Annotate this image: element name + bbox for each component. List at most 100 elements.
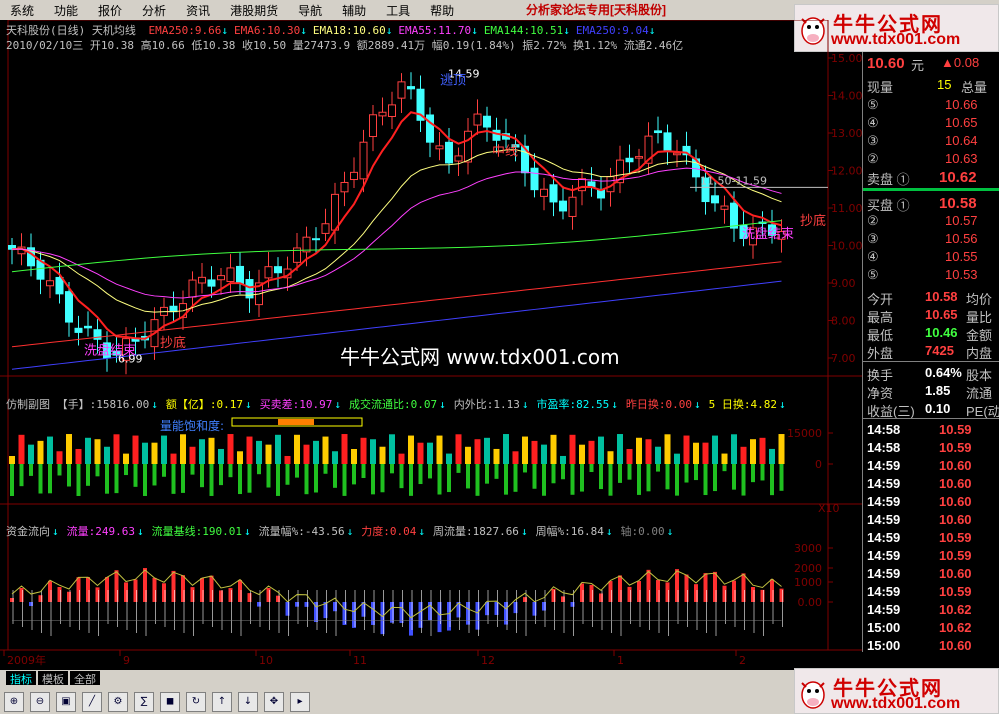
flow-bar [494,602,499,615]
tool-button-7[interactable]: ◼ [160,692,180,712]
menu-item-function[interactable]: 功能 [44,2,88,19]
order-row[interactable]: ② 10.57 [863,212,999,230]
volume-bar [636,437,642,464]
volume-bar [684,464,689,483]
volume-bar [418,464,423,485]
order-row[interactable]: ③ 10.64 [863,132,999,150]
order-label: ② [867,213,879,228]
tick-time: 14:59 [867,602,901,617]
watermark: 牛牛公式网 www.tdx001.com [340,345,620,369]
volume-bar [142,442,148,464]
tick-price: 10.60 [939,458,972,473]
volume-bar [569,434,576,464]
stat-row: 今开 10.58 均价 [863,288,999,307]
order-row[interactable]: ⑤ 10.53 [863,266,999,284]
tick-row[interactable]: 15:00 10.62 [863,619,999,637]
tool-button-2[interactable]: ⊖ [30,692,50,712]
volume-bar [76,464,81,496]
menu-item-assist[interactable]: 辅助 [332,2,376,19]
stat-value: 10.46 [925,325,958,340]
order-price: 10.63 [945,151,978,166]
order-row[interactable]: 买盘 ① 10.58 [863,194,999,213]
volume-bar [417,442,424,464]
tab-template[interactable]: 模板 [38,671,68,686]
tick-row[interactable]: 14:59 10.59 [863,547,999,565]
volume-bar [257,464,261,475]
volume-bar [760,464,765,481]
order-price: 10.58 [939,195,977,212]
volume-bar [713,464,717,492]
tool-button-11[interactable]: ✥ [264,692,284,712]
saturation-label: 量能饱和度: [160,418,224,433]
money-flow-header: 资金流向 ↓ 流量:249.63 ↓ 流量基线:190.01 ↓ 流量幅%:-43.56 ↓ 力… [6,523,681,539]
tool-button-8[interactable]: ↻ [186,692,206,712]
candle-body [198,276,206,284]
tab-all[interactable]: 全部 [70,671,100,686]
tick-row[interactable]: 14:59 10.62 [863,601,999,619]
tick-row[interactable]: 14:59 10.60 [863,511,999,529]
tool-button-6[interactable]: ∑ [134,692,154,712]
tick-row[interactable]: 15:00 10.60 [863,637,999,655]
tick-row[interactable]: 14:58 10.59 [863,421,999,439]
order-row[interactable]: ③ 10.56 [863,230,999,248]
volume-bar [75,448,82,464]
chart-area[interactable]: 15.00 14.00 13.00 12.00 11.00 10.00 9.00 8.00 7.… [0,19,863,670]
y-tick-label: 15.00 [831,52,862,65]
tick-price: 10.60 [939,494,972,509]
volume-bar [493,448,500,464]
tool-button-12[interactable]: ▸ [290,692,310,712]
mid-line-label: 中线 [492,145,518,160]
tool-button-5[interactable]: ⚙ [108,692,128,712]
menu-item-navigation[interactable]: 导航 [288,2,332,19]
logo-bottom: 牛牛公式网 www.tdx001.com [794,668,999,714]
candle-body [720,205,729,210]
tick-row[interactable]: 14:59 10.60 [863,457,999,475]
stat-extra-label: 内盘 [966,346,993,361]
tick-row[interactable]: 14:58 10.59 [863,439,999,457]
candle-body [625,157,634,163]
order-price: 10.66 [945,97,978,112]
volume-bar [105,464,109,494]
tick-row[interactable]: 14:59 10.60 [863,565,999,583]
volume-bar [740,446,747,464]
menu-item-quote[interactable]: 报价 [88,2,132,19]
tick-row[interactable]: 14:59 10.59 [863,529,999,547]
tick-price: 10.62 [939,602,972,617]
tool-button-3[interactable]: ▣ [56,692,76,712]
menu-item-tools[interactable]: 工具 [376,2,420,19]
order-row[interactable]: 卖盘 ① 10.62 [863,168,999,187]
volume-bar [570,464,575,495]
tick-row[interactable]: 14:59 10.60 [863,493,999,511]
menu-item-system[interactable]: 系统 [0,2,44,19]
flow-bar [703,573,708,602]
y-tick-label: 12.00 [831,165,862,178]
order-row[interactable]: ④ 10.55 [863,248,999,266]
kline-chart[interactable]: 15.0014.0013.0012.0011.0010.009.008.007.… [0,19,863,670]
volume-bar [360,437,367,464]
tick-time: 14:59 [867,476,901,491]
arrow-icon: ↓ [52,525,59,538]
menu-item-help[interactable]: 帮助 [420,2,464,19]
menu-item-analysis[interactable]: 分析 [132,2,176,19]
order-row[interactable]: ④ 10.65 [863,114,999,132]
volume-row: 现量 15 总量 [863,76,999,95]
menu-item-news[interactable]: 资讯 [176,2,220,19]
tick-price: 10.60 [939,476,972,491]
tool-button-4[interactable]: ╱ [82,692,102,712]
indicator-value: 周幅%:16.84 [535,525,604,538]
tool-button-1[interactable]: ⊕ [4,692,24,712]
volume-bar [352,464,356,485]
tick-row[interactable]: 14:59 10.60 [863,475,999,493]
order-row[interactable]: ⑤ 10.66 [863,96,999,114]
order-row[interactable]: ② 10.63 [863,150,999,168]
menu-item-hk-futures[interactable]: 港股期货 [220,2,288,19]
tab-indicator[interactable]: 指标 [6,671,36,686]
flow-bar [466,602,470,625]
tick-price: 10.60 [939,566,972,581]
tool-button-9[interactable]: ↑ [212,692,232,712]
tick-row[interactable]: 14:59 10.59 [863,583,999,601]
ema-label: EMA18:10.60 [312,24,386,37]
tool-button-10[interactable]: ↓ [238,692,258,712]
volume-bar [390,464,394,474]
volume-bar [303,444,310,464]
